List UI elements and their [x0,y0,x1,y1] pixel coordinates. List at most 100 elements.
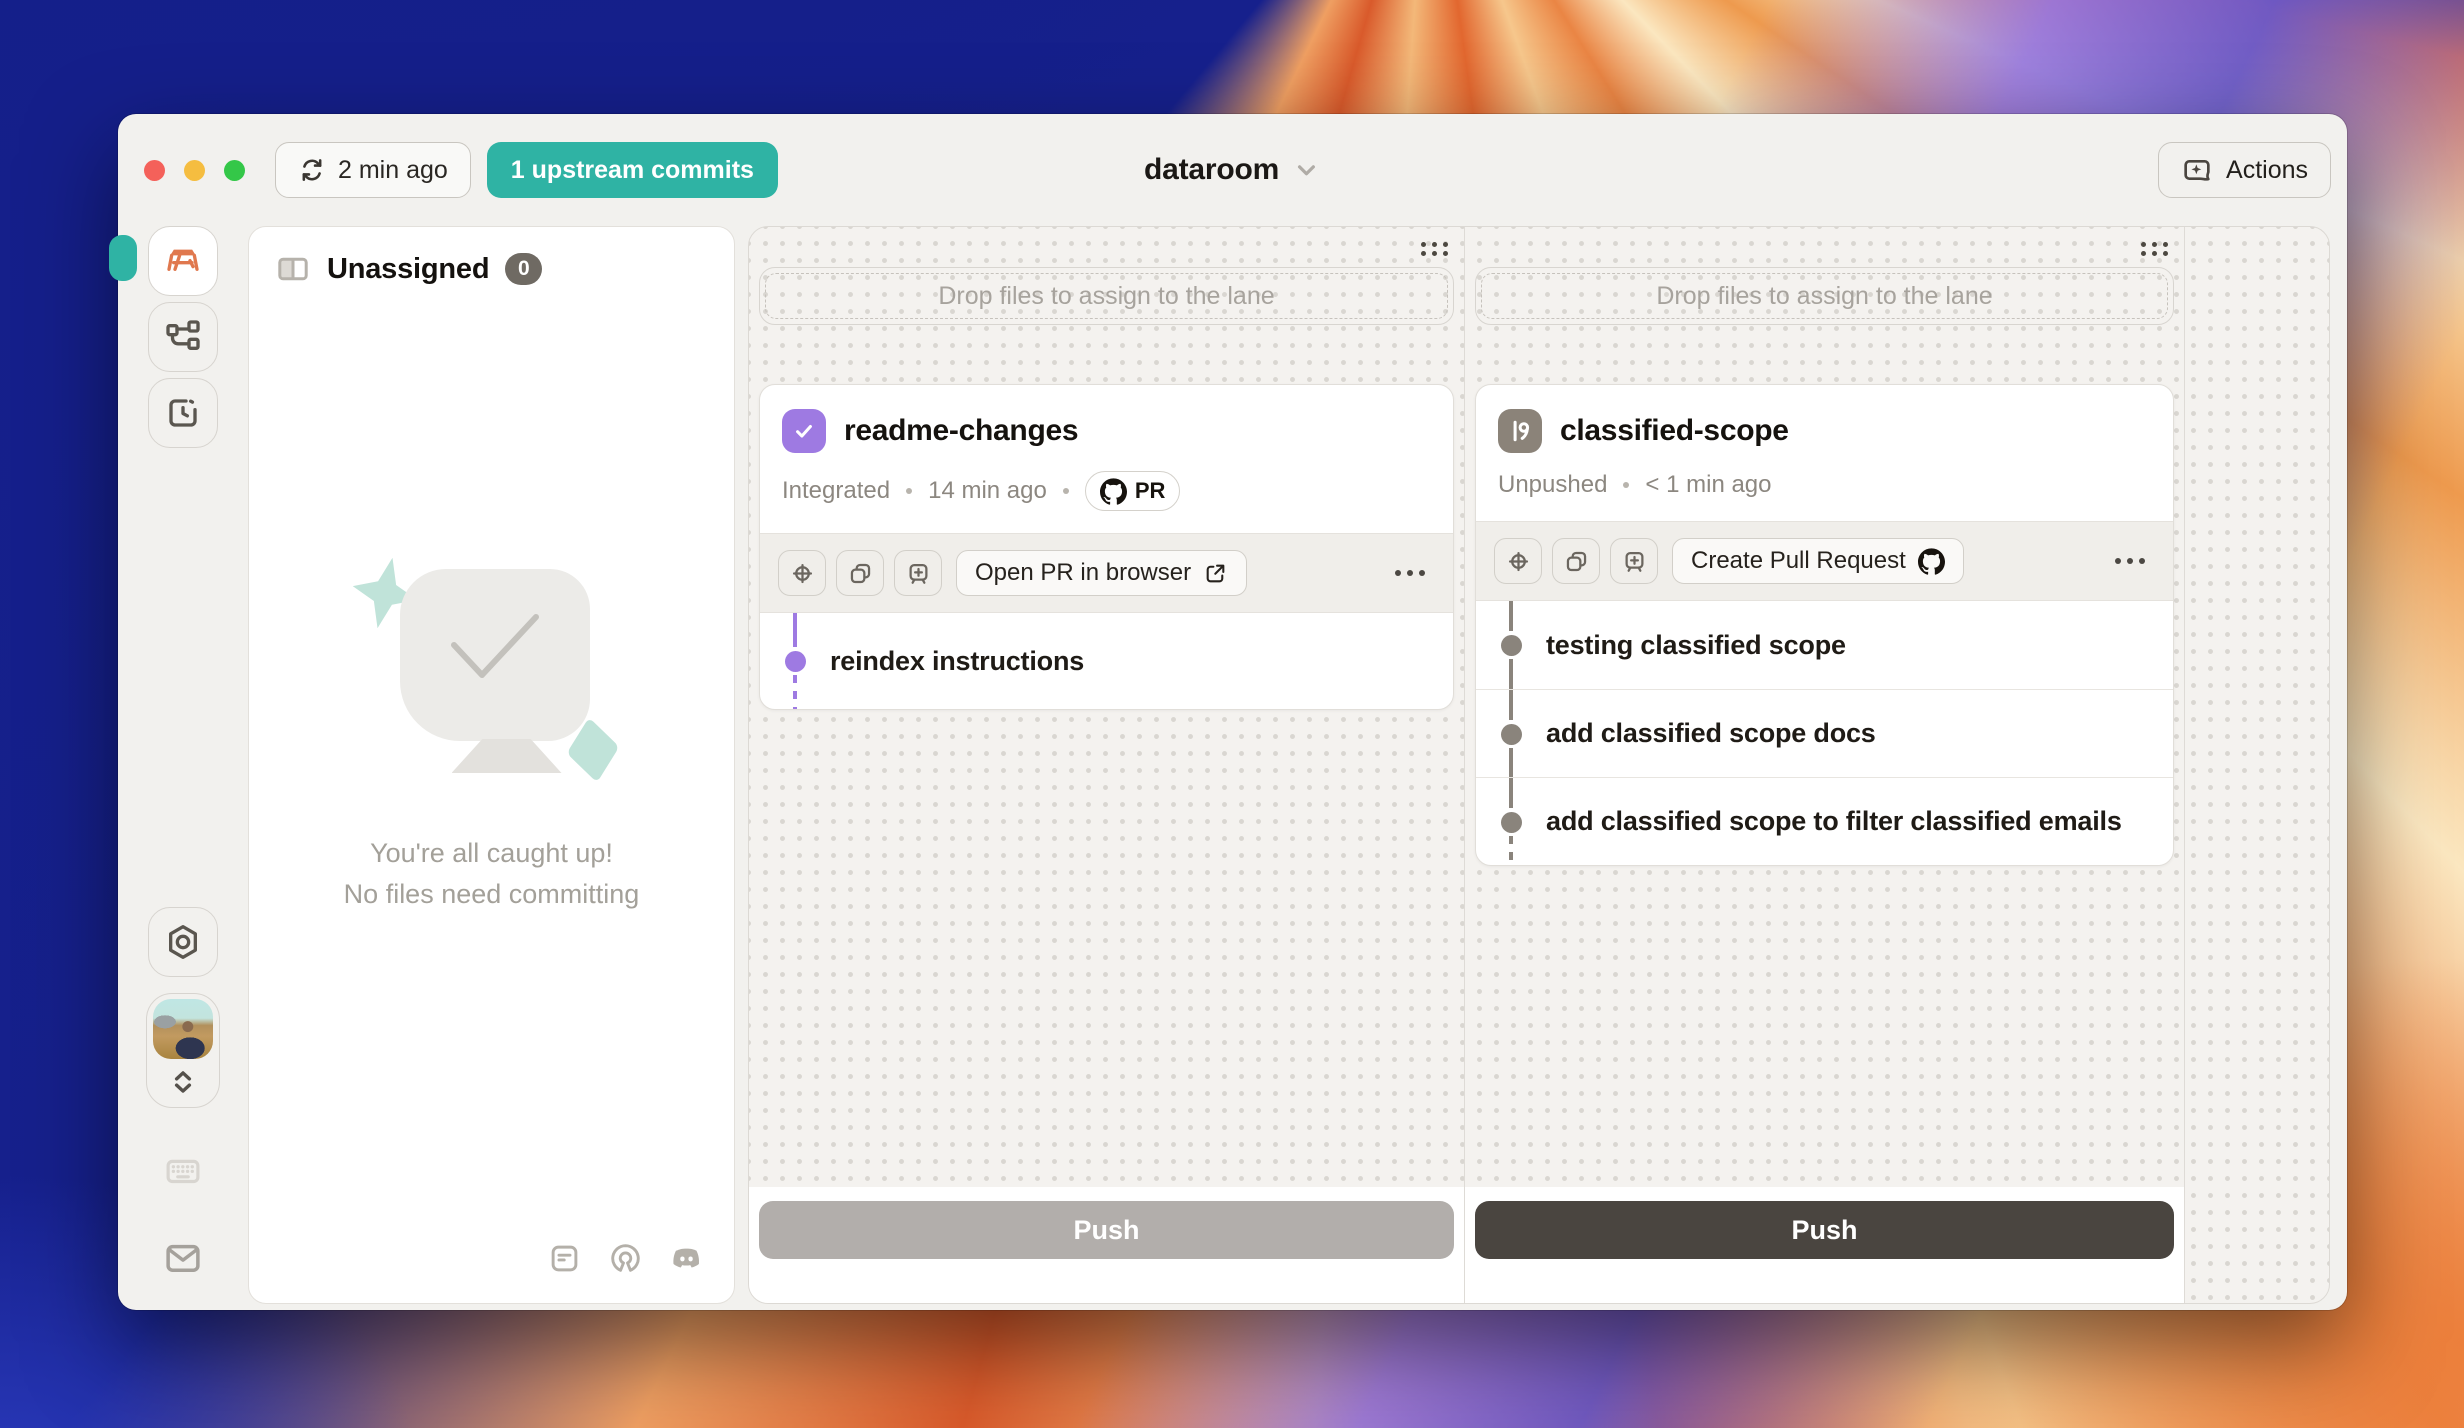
ai-actions-icon [2181,154,2213,186]
branch-card-header[interactable]: readme-changes Integrated 14 min ago PR [760,385,1453,533]
settings-button[interactable] [148,907,218,977]
unassigned-count-badge: 0 [505,253,542,285]
changelog-button[interactable] [547,1241,582,1279]
lane-content: Drop files to assign to the lane classif… [1465,227,2184,1187]
monitor-stand [452,739,562,773]
crosshair-icon [1505,548,1532,575]
keyboard-shortcuts-button[interactable] [162,1150,204,1195]
open-pr-label: Open PR in browser [975,559,1191,587]
file-dropzone[interactable]: Drop files to assign to the lane [1475,267,2174,325]
copy-button[interactable] [1552,538,1600,584]
commit-rail [1509,659,1513,689]
empty-state: You're all caught up! No files need comm… [249,557,734,915]
branch-card-classified-scope: classified-scope Unpushed < 1 min ago [1475,384,2174,866]
commit-message: add classified scope to filter classifie… [1546,806,2122,837]
branch-menu-button[interactable] [2105,548,2155,574]
sync-status-button[interactable]: 2 min ago [275,142,471,198]
upstream-commits-button[interactable]: 1 upstream commits [487,142,778,198]
commit-rail [1509,690,1513,720]
create-pr-label: Create Pull Request [1691,547,1906,575]
pr-badge[interactable]: PR [1085,471,1181,511]
commit-row[interactable]: add classified scope to filter classifie… [1476,777,2173,865]
commit-row[interactable]: add classified scope docs [1476,689,2173,777]
open-source-button[interactable] [608,1241,643,1279]
open-source-icon [608,1241,643,1276]
frame-plus-icon [905,560,932,587]
sidebar-item-branches[interactable] [148,302,218,372]
sidebar [118,226,248,1304]
branches-icon [163,317,203,357]
open-pr-button[interactable]: Open PR in browser [956,550,1247,596]
avatar [153,999,213,1059]
branch-card-header[interactable]: classified-scope Unpushed < 1 min ago [1476,385,2173,521]
app-window: 2 min ago 1 upstream commits dataroom Ac… [118,114,2347,1310]
feedback-button[interactable] [162,1237,204,1282]
branch-name: readme-changes [844,414,1078,448]
assign-target-button[interactable] [778,550,826,596]
changelog-icon [547,1241,582,1276]
sync-icon [298,156,326,184]
commit-rail-dashed [1509,836,1513,866]
commit-row[interactable]: reindex instructions [760,613,1453,709]
commit-row[interactable]: testing classified scope [1476,601,2173,689]
mail-icon [162,1237,204,1279]
minimize-button[interactable] [184,160,205,181]
caught-up-illustration [352,557,632,787]
branch-icon [1506,417,1534,445]
zoom-button[interactable] [224,160,245,181]
history-icon [163,393,203,433]
keyboard-icon [162,1150,204,1192]
dot-separator [1063,488,1069,494]
lane-drag-handle[interactable] [2141,242,2168,256]
new-dependent-branch-button[interactable] [1610,538,1658,584]
push-button[interactable]: Push [1475,1201,2174,1259]
unassigned-header: Unassigned 0 [275,251,708,287]
actions-button[interactable]: Actions [2158,142,2331,198]
assign-target-button[interactable] [1494,538,1542,584]
commit-dot [785,651,806,672]
lane-footer: Push [1465,1187,2184,1303]
lanes-viewport: Drop files to assign to the lane readme-… [748,226,2330,1304]
empty-lane-area [2185,227,2329,1303]
commit-rail [793,613,797,647]
commit-message: testing classified scope [1546,630,1846,661]
commit-message: reindex instructions [830,646,1084,677]
monitor-shape [400,569,590,741]
create-pr-button[interactable]: Create Pull Request [1672,538,1964,584]
commit-rail-dashed [793,675,797,709]
new-dependent-branch-button[interactable] [894,550,942,596]
profile-switcher[interactable] [146,993,220,1108]
lane-drag-handle[interactable] [1421,242,1448,256]
empty-line1: You're all caught up! [344,833,640,874]
split-panel-icon [275,251,311,287]
sidebar-item-workspace[interactable] [148,226,218,296]
sidebar-item-history[interactable] [148,378,218,448]
active-tab-indicator [109,235,137,281]
push-button-disabled[interactable]: Push [759,1201,1454,1259]
panel-footer [275,1241,708,1279]
dropzone-label: Drop files to assign to the lane [1656,282,1992,311]
dot-separator [1623,482,1629,488]
discord-button[interactable] [669,1241,704,1279]
file-dropzone[interactable]: Drop files to assign to the lane [759,267,1454,325]
close-button[interactable] [144,160,165,181]
branch-status: Unpushed [1498,471,1607,499]
github-icon [1100,478,1127,505]
discord-icon [669,1241,704,1276]
commit-rail [1509,778,1513,808]
branch-menu-button[interactable] [1385,560,1435,586]
gear-icon [163,922,203,962]
chevron-updown-icon [166,1065,200,1099]
project-switcher[interactable]: dataroom [1144,153,1321,187]
workbench-logo-icon [163,241,203,281]
copy-button[interactable] [836,550,884,596]
commit-dot [1501,635,1522,656]
commit-rail [1509,748,1513,778]
check-icon [790,417,818,445]
branch-meta: Integrated 14 min ago PR [782,471,1431,511]
lane-classified-scope: Drop files to assign to the lane classif… [1465,227,2185,1303]
branch-toolbar: Create Pull Request [1476,521,2173,601]
lane-content: Drop files to assign to the lane readme-… [749,227,1464,1187]
sidebar-bottom [146,907,220,1282]
frame-plus-icon [1621,548,1648,575]
